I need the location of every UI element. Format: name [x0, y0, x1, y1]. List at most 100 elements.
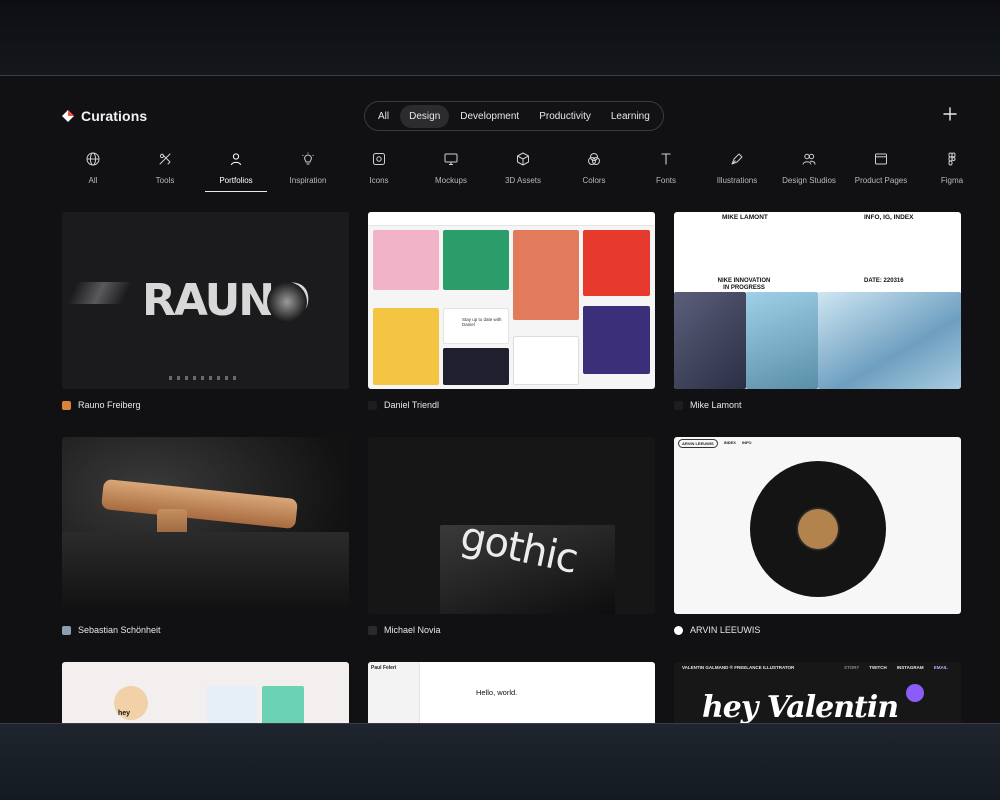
- card-caption[interactable]: ARVIN LEEUWIS: [674, 623, 961, 637]
- category-3d-assets[interactable]: 3D Assets: [487, 149, 559, 193]
- plus-icon[interactable]: [942, 106, 958, 122]
- favicon-icon: [368, 625, 377, 635]
- users-icon: [802, 153, 816, 165]
- thumb-link: TWITCH: [869, 665, 887, 670]
- category-colors[interactable]: Colors: [558, 149, 630, 193]
- category-icons[interactable]: Icons: [343, 149, 415, 193]
- category-inspiration[interactable]: Inspiration: [272, 149, 344, 193]
- illustration-tile: [443, 230, 509, 290]
- category-label: All: [88, 176, 98, 185]
- thumb-nav-item: ARVIN LEEUWIS: [678, 439, 718, 448]
- filter-tabs: All Design Development Productivity Lear…: [364, 101, 664, 131]
- bottom-backdrop: [0, 723, 1000, 800]
- portfolio-card-rauno: RAUNO Rauno Freiberg: [62, 212, 349, 412]
- curations-panel: Curations All Design Development Product…: [0, 77, 1000, 723]
- category-bar: All Tools Portfolios Inspiration Icons M…: [62, 149, 1000, 193]
- favicon-icon: [674, 625, 683, 635]
- thumb-link: STORY: [844, 665, 860, 670]
- card-caption[interactable]: Sebastian Schönheit: [62, 623, 349, 637]
- category-illustrations[interactable]: Illustrations: [701, 149, 773, 193]
- portfolio-thumbnail[interactable]: MIKE LAMONT INFO, IG, INDEX NIKE INNOVAT…: [674, 212, 961, 389]
- category-design-studios[interactable]: Design Studios: [773, 149, 845, 193]
- lightbulb-icon: [302, 152, 314, 165]
- thumb-wordmark: hey Valentin: [702, 690, 899, 723]
- pen-nib-icon: [731, 153, 743, 165]
- category-label: Product Pages: [854, 176, 908, 185]
- card-caption[interactable]: Michael Novia: [368, 623, 655, 637]
- thumb-header-left: MIKE LAMONT: [722, 214, 768, 221]
- tab-all[interactable]: All: [369, 105, 398, 128]
- portfolio-thumbnail[interactable]: ARVIN LEEUWIS INDEX INFO: [674, 437, 961, 614]
- monitor-icon: [444, 153, 458, 165]
- portfolio-card-daniel: Stay up to date with Daniel Daniel Trien…: [368, 212, 655, 412]
- thumb-nav-item: INFO: [741, 440, 752, 445]
- illustration-tile: [262, 686, 304, 723]
- photo-tile: [674, 292, 746, 389]
- thumb-header: [368, 212, 655, 226]
- card-title: Mike Lamont: [690, 400, 742, 410]
- illustration-tile: [373, 230, 439, 290]
- globe-icon: [86, 152, 100, 166]
- card-caption[interactable]: Rauno Freiberg: [62, 398, 349, 412]
- thumb-link: INSTAGRAM: [896, 665, 924, 670]
- category-figma[interactable]: Figma: [916, 149, 988, 193]
- newsletter-text: Stay up to date with Daniel: [462, 317, 502, 327]
- tab-development[interactable]: Development: [451, 105, 528, 128]
- thumb-heading: Hello, world.: [476, 688, 518, 697]
- illustration-tile: [373, 308, 439, 385]
- card-title: Michael Novia: [384, 625, 441, 635]
- category-label: Inspiration: [289, 176, 327, 185]
- thumb-nav-item: INDEX: [723, 440, 736, 445]
- thumb-sidebar: Paul Feleri: [368, 662, 420, 723]
- category-label: Fonts: [655, 176, 676, 185]
- card-caption[interactable]: Daniel Triendl: [368, 398, 655, 412]
- vinyl-label: [798, 509, 838, 549]
- illustration-tile: [583, 306, 650, 374]
- card-caption[interactable]: Mike Lamont: [674, 398, 961, 412]
- brand-name: Curations: [81, 108, 148, 124]
- top-backdrop: [0, 0, 1000, 76]
- brand[interactable]: Curations: [62, 108, 147, 124]
- thumb-link: EMAIL: [933, 665, 948, 670]
- card-title: Daniel Triendl: [384, 400, 440, 410]
- category-portfolios[interactable]: Portfolios: [200, 149, 272, 193]
- category-label: Tools: [155, 176, 175, 185]
- card-title: Rauno Freiberg: [78, 400, 141, 410]
- portfolio-card-arvin: ARVIN LEEUWIS INDEX INFO ARVIN LEEUWIS: [674, 437, 961, 637]
- category-mockups[interactable]: Mockups: [415, 149, 487, 193]
- wooden-object: [100, 478, 299, 530]
- card-title: ARVIN LEEUWIS: [690, 625, 761, 635]
- portfolio-card-valentin: VALENTIN GALMAND ® FREELANCE ILLUSTRATOR…: [674, 662, 961, 723]
- favicon-icon: [674, 400, 683, 410]
- portfolio-thumbnail[interactable]: Stay up to date with Daniel: [368, 212, 655, 389]
- portfolio-card-hey: hey: [62, 662, 349, 723]
- tab-design[interactable]: Design: [400, 104, 450, 128]
- person-icon: [231, 153, 241, 166]
- card-title: Sebastian Schönheit: [78, 625, 161, 635]
- tab-productivity[interactable]: Productivity: [530, 105, 600, 128]
- photo-tile: [746, 292, 818, 389]
- thumb-title: NIKE INNOVATION IN PROGRESS: [717, 278, 771, 291]
- curations-logo-icon: [62, 110, 74, 122]
- portfolio-thumbnail[interactable]: RAUNO: [62, 212, 349, 389]
- portfolio-thumbnail[interactable]: Paul Feleri Hello, world.: [368, 662, 655, 723]
- portfolio-card-sebastian: Sebastian Schönheit: [62, 437, 349, 637]
- tab-learning[interactable]: Learning: [602, 105, 659, 128]
- illustration-tile: [583, 230, 650, 296]
- thumb-dots: [169, 376, 239, 380]
- portfolio-thumbnail[interactable]: VALENTIN GALMAND ® FREELANCE ILLUSTRATOR…: [674, 662, 961, 723]
- sticker-icon: [906, 684, 924, 702]
- category-product-pages[interactable]: Product Pages: [845, 149, 917, 193]
- portfolio-thumbnail[interactable]: hey: [62, 662, 349, 723]
- type-icon: [661, 153, 671, 165]
- category-all[interactable]: All: [62, 149, 129, 193]
- tools-icon: [159, 153, 171, 165]
- portfolio-card-paul: Paul Feleri Hello, world.: [368, 662, 655, 723]
- category-fonts[interactable]: Fonts: [630, 149, 702, 193]
- thumb-date: DATE: 220316: [864, 278, 904, 284]
- browser-icon: [875, 153, 887, 165]
- category-label: Figma: [940, 176, 964, 185]
- category-tools[interactable]: Tools: [129, 149, 201, 193]
- portfolio-thumbnail[interactable]: gothic: [368, 437, 655, 614]
- portfolio-thumbnail[interactable]: [62, 437, 349, 614]
